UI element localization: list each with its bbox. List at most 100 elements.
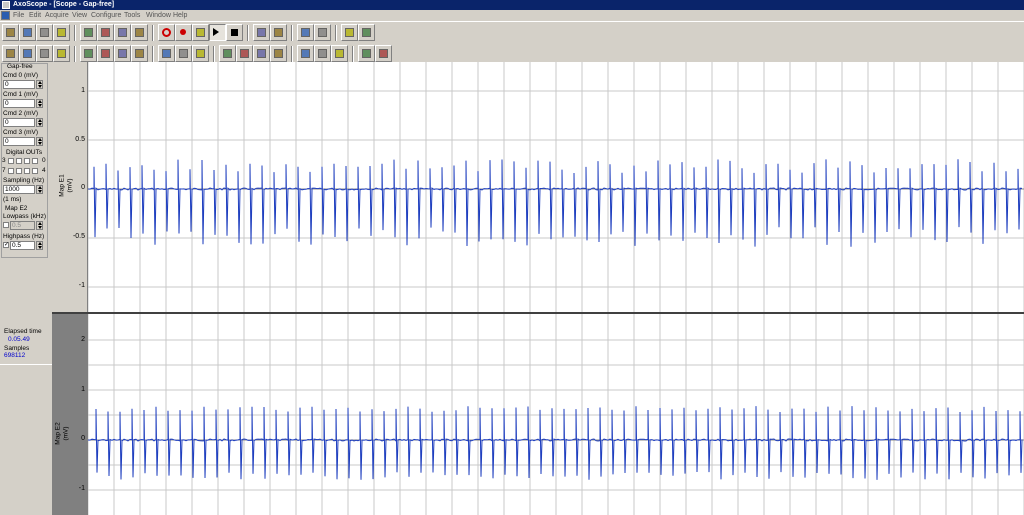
- acquisition-panel: Gap-free Cmd 0 (mV) 0 Cmd 1 (mV) 0 Cmd 2…: [0, 62, 53, 515]
- digital-out-4-checkbox[interactable]: [32, 168, 38, 174]
- samples-label: Samples: [4, 345, 30, 352]
- save-button[interactable]: [19, 24, 36, 41]
- cmd3-input[interactable]: 0: [3, 137, 35, 146]
- lowpass-label: Lowpass (kHz): [3, 213, 46, 220]
- step-button[interactable]: [192, 24, 209, 41]
- cmd0-spinner[interactable]: [36, 80, 43, 89]
- fit-icon: [362, 28, 371, 37]
- flag-icon: [196, 49, 205, 58]
- menu-file[interactable]: File: [13, 10, 24, 21]
- check-icon: [335, 49, 344, 58]
- window-button[interactable]: [314, 45, 331, 62]
- sampling-spinner[interactable]: [36, 185, 43, 194]
- lock-button[interactable]: [80, 45, 97, 62]
- lock-icon: [84, 49, 93, 58]
- menu-acquire[interactable]: Acquire: [45, 10, 69, 21]
- cmd0-input[interactable]: 0: [3, 80, 35, 89]
- save-data-button[interactable]: [19, 45, 36, 62]
- record-dot-button[interactable]: [175, 24, 192, 41]
- cursor-button[interactable]: [270, 24, 287, 41]
- save-data-icon: [23, 49, 32, 58]
- open-data-button[interactable]: [2, 45, 19, 62]
- open-button[interactable]: [2, 24, 19, 41]
- trace-line: [88, 406, 1023, 480]
- tile-vertical-button[interactable]: [375, 45, 392, 62]
- magnify-button[interactable]: [158, 45, 175, 62]
- file-info-button[interactable]: [131, 24, 148, 41]
- window-title: AxoScope - [Scope - Gap-free]: [13, 1, 115, 8]
- play-button[interactable]: [209, 24, 226, 41]
- undo-button[interactable]: [236, 45, 253, 62]
- redo-button[interactable]: [253, 45, 270, 62]
- check-button[interactable]: [331, 45, 348, 62]
- document-icon[interactable]: [1, 11, 10, 20]
- cmd3-spinner[interactable]: [36, 137, 43, 146]
- lowpass-checkbox[interactable]: [3, 222, 9, 228]
- sampling-input[interactable]: 1000: [3, 185, 35, 194]
- select-region-icon: [345, 28, 354, 37]
- flag-button[interactable]: [192, 45, 209, 62]
- trace1-name: Map E1: [58, 174, 66, 197]
- digital-out-7-checkbox[interactable]: [8, 168, 14, 174]
- tile-horizontal-button[interactable]: [358, 45, 375, 62]
- highpass-checkbox[interactable]: ✓: [3, 242, 9, 248]
- trace1-tick: 0.5: [75, 136, 85, 143]
- arrow-button[interactable]: [175, 45, 192, 62]
- record-setup-button[interactable]: [97, 24, 114, 41]
- trace1-axis: Map E1 (mV) 1 0.5 0 -0.5 -1: [52, 62, 88, 312]
- lowpass-input[interactable]: 0.5: [10, 221, 35, 230]
- digital-out-6-checkbox[interactable]: [16, 168, 22, 174]
- print-icon: [118, 49, 127, 58]
- highpass-input[interactable]: 0.5: [10, 241, 35, 250]
- menu-configure[interactable]: Configure: [91, 10, 121, 21]
- cmd2-spinner[interactable]: [36, 118, 43, 127]
- print-button[interactable]: [114, 45, 131, 62]
- export-button[interactable]: [36, 45, 53, 62]
- protocol-button[interactable]: [80, 24, 97, 41]
- marker-button[interactable]: [270, 45, 287, 62]
- save-as-button[interactable]: [36, 24, 53, 41]
- trace2-panel[interactable]: Map E2 (mV) 2 1 0 -1: [52, 314, 1024, 515]
- lowpass-spinner[interactable]: [36, 221, 43, 230]
- hand-icon: [257, 28, 266, 37]
- cmd1-input[interactable]: 0: [3, 99, 35, 108]
- digital-out-5-checkbox[interactable]: [24, 168, 30, 174]
- open-icon: [6, 28, 15, 37]
- copy-button[interactable]: [53, 45, 70, 62]
- toolbar-separator: [152, 46, 154, 62]
- edit-button[interactable]: [297, 45, 314, 62]
- digital-out-1-checkbox[interactable]: [24, 158, 30, 164]
- statistics-button[interactable]: [114, 24, 131, 41]
- trace1-panel[interactable]: Map E1 (mV) 1 0.5 0 -0.5 -1: [52, 62, 1024, 312]
- stop-button[interactable]: [226, 24, 243, 41]
- sampling-label: Sampling (Hz): [3, 177, 45, 184]
- zoom-in-button[interactable]: [297, 24, 314, 41]
- menu-tools[interactable]: Tools: [124, 10, 140, 21]
- record-button[interactable]: [158, 24, 175, 41]
- menu-window[interactable]: Window: [146, 10, 171, 21]
- digital-out-0-checkbox[interactable]: [32, 158, 38, 164]
- elapsed-time-label: Elapsed time: [4, 328, 42, 335]
- cmd2-input[interactable]: 0: [3, 118, 35, 127]
- cmd2-label: Cmd 2 (mV): [3, 110, 39, 117]
- preview-button[interactable]: [131, 45, 148, 62]
- menu-edit[interactable]: Edit: [29, 10, 41, 21]
- trace-line: [88, 159, 1023, 247]
- app-icon: [2, 1, 10, 9]
- mode-label: Gap-free: [7, 63, 33, 70]
- zoom-out-button[interactable]: [314, 24, 331, 41]
- save-as-icon: [40, 28, 49, 37]
- digital-out-2-checkbox[interactable]: [16, 158, 22, 164]
- list-button[interactable]: [97, 45, 114, 62]
- highpass-spinner[interactable]: [36, 241, 43, 250]
- hand-button[interactable]: [253, 24, 270, 41]
- select-region-button[interactable]: [341, 24, 358, 41]
- marker-icon: [274, 49, 283, 58]
- digital-out-3-checkbox[interactable]: [8, 158, 14, 164]
- print-setup-button[interactable]: [53, 24, 70, 41]
- cmd1-spinner[interactable]: [36, 99, 43, 108]
- scale-button[interactable]: [219, 45, 236, 62]
- menu-view[interactable]: View: [72, 10, 87, 21]
- menu-help[interactable]: Help: [173, 10, 187, 21]
- fit-button[interactable]: [358, 24, 375, 41]
